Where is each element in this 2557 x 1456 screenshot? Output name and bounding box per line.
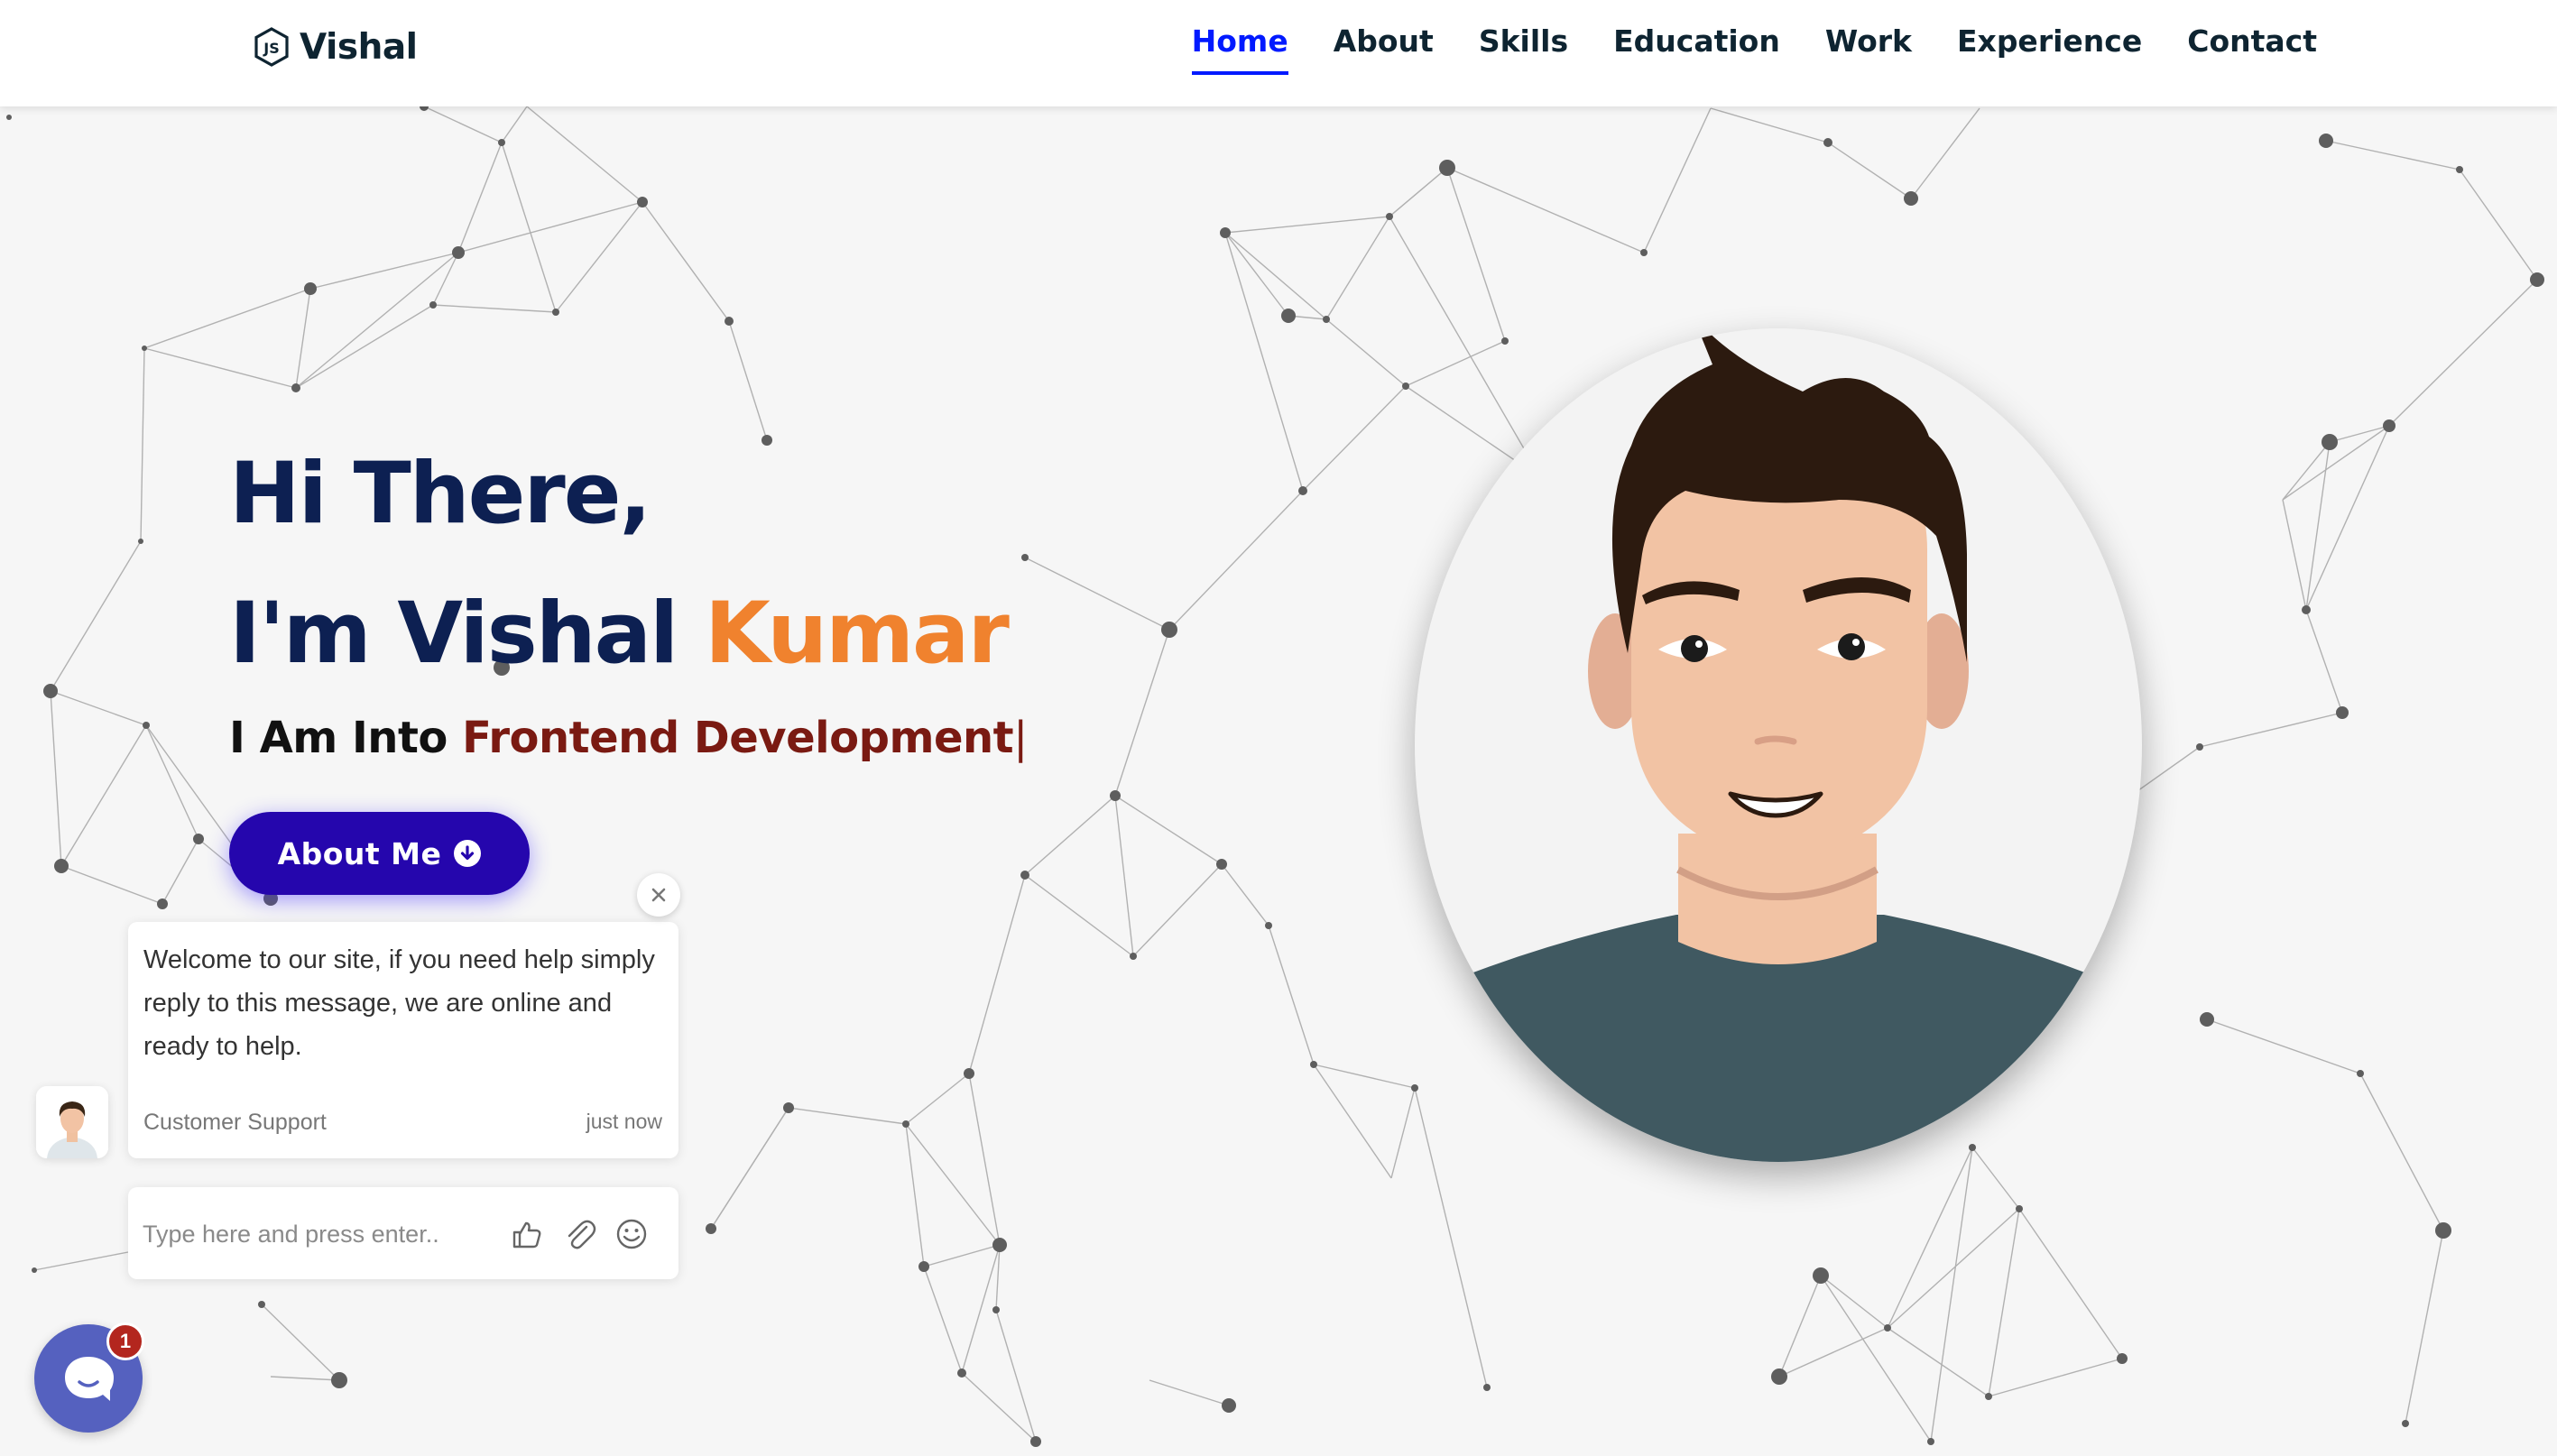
arrow-down-circle-icon (454, 840, 482, 867)
chat-sender-name: Customer Support (143, 1110, 327, 1135)
nav-item-skills[interactable]: Skills (1479, 23, 1568, 75)
nav-item-experience[interactable]: Experience (1957, 23, 2142, 75)
chat-timestamp: just now (586, 1110, 662, 1133)
nav-item-education[interactable]: Education (1613, 23, 1780, 75)
paperclip-icon[interactable] (559, 1214, 599, 1254)
hero-greeting: Hi There, (229, 445, 651, 543)
logo[interactable]: JS Vishal (253, 22, 418, 72)
hero-name-accent: Kumar (705, 585, 1010, 683)
page: JS Vishal Home About Skills Education Wo… (0, 0, 2557, 1456)
chat-message-text: Welcome to our site, if you need help si… (143, 945, 655, 1061)
main-nav: Home About Skills Education Work Experie… (1191, 23, 2317, 75)
avatar-illustration (1415, 328, 2142, 1162)
about-me-button[interactable]: About Me (229, 812, 530, 895)
support-agent-avatar (36, 1086, 108, 1158)
svg-text:JS: JS (263, 40, 279, 57)
logo-text: Vishal (300, 26, 418, 68)
hero-intro: I'm Vishal (229, 585, 678, 683)
close-icon (651, 888, 666, 902)
nav-item-work[interactable]: Work (1825, 23, 1912, 75)
tagline-typed-text: Frontend Development (462, 713, 1014, 763)
tagline-prefix: I Am Into (229, 713, 448, 763)
site-header: JS Vishal Home About Skills Education Wo… (0, 0, 2557, 106)
about-me-button-label: About Me (277, 835, 442, 871)
chat-bubble-icon (65, 1357, 114, 1401)
nav-item-contact[interactable]: Contact (2187, 23, 2317, 75)
typing-cursor: | (1013, 713, 1028, 763)
hero-tagline: I Am Into Frontend Development| (229, 713, 1028, 763)
thumbs-up-icon[interactable] (507, 1214, 547, 1254)
chat-input-panel (128, 1187, 678, 1279)
unread-count-badge: 1 (106, 1322, 144, 1360)
hero-section: Hi There, I'm Vishal Kumar I Am Into Fro… (229, 424, 1028, 763)
chat-close-button[interactable] (637, 873, 680, 917)
profile-avatar (1415, 328, 2142, 1162)
nav-item-home[interactable]: Home (1191, 23, 1288, 75)
hero-heading: Hi There, I'm Vishal Kumar (229, 424, 1028, 704)
nav-item-about[interactable]: About (1334, 23, 1434, 75)
js-hexagon-icon: JS (254, 27, 289, 67)
smiley-icon[interactable] (612, 1214, 651, 1254)
chat-message-bubble: Welcome to our site, if you need help si… (128, 922, 678, 1158)
chat-message-input[interactable] (143, 1214, 485, 1254)
